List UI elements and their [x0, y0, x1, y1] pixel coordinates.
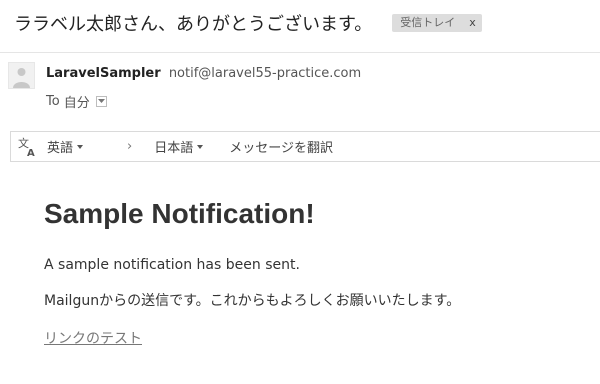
avatar-icon[interactable]: [8, 62, 35, 89]
sender-email: notif@laravel55-practice.com: [168, 66, 362, 81]
email-view: ララベル太郎さん、ありがとうございます。 受信トレイ x LaravelSamp…: [0, 0, 600, 384]
recipient-prefix: To: [46, 94, 60, 109]
caret-icon: [77, 144, 84, 149]
recipient-value: 自分: [63, 96, 90, 111]
inbox-label-chip[interactable]: 受信トレイ x: [392, 14, 482, 32]
test-link[interactable]: リンクのテスト: [44, 328, 142, 348]
translate-icon: 文 A: [17, 136, 39, 158]
source-language-label: 英語: [47, 141, 74, 156]
header-divider: [0, 52, 600, 53]
subject-row: ララベル太郎さん、ありがとうございます。 受信トレイ x: [14, 10, 482, 36]
recipient-row: To 自分: [46, 92, 107, 111]
caret-icon: [197, 144, 204, 149]
svg-text:A: A: [27, 148, 35, 157]
dropdown-icon[interactable]: [95, 96, 107, 107]
sender-row: LaravelSampler notif@laravel55-practice.…: [46, 66, 361, 81]
sender-name[interactable]: LaravelSampler: [46, 66, 161, 81]
remove-label-button[interactable]: x: [469, 14, 476, 32]
inbox-label-text: 受信トレイ: [400, 16, 456, 29]
message-title: Sample Notification!: [44, 198, 315, 229]
email-subject: ララベル太郎さん、ありがとうございます。: [14, 14, 373, 35]
target-language-select[interactable]: 日本語: [154, 137, 204, 156]
message-line-1: A sample notification has been sent.: [44, 257, 300, 273]
translate-message-button[interactable]: メッセージを翻訳: [229, 137, 333, 156]
message-line-2: Mailgunからの送信です。これからもよろしくお願いいたします。: [44, 293, 461, 309]
translate-bar: 文 A 英語 › 日本語 メッセージを翻訳: [10, 131, 600, 162]
language-arrow-icon: ›: [127, 139, 133, 154]
source-language-select[interactable]: 英語: [47, 137, 84, 156]
target-language-label: 日本語: [154, 141, 194, 156]
